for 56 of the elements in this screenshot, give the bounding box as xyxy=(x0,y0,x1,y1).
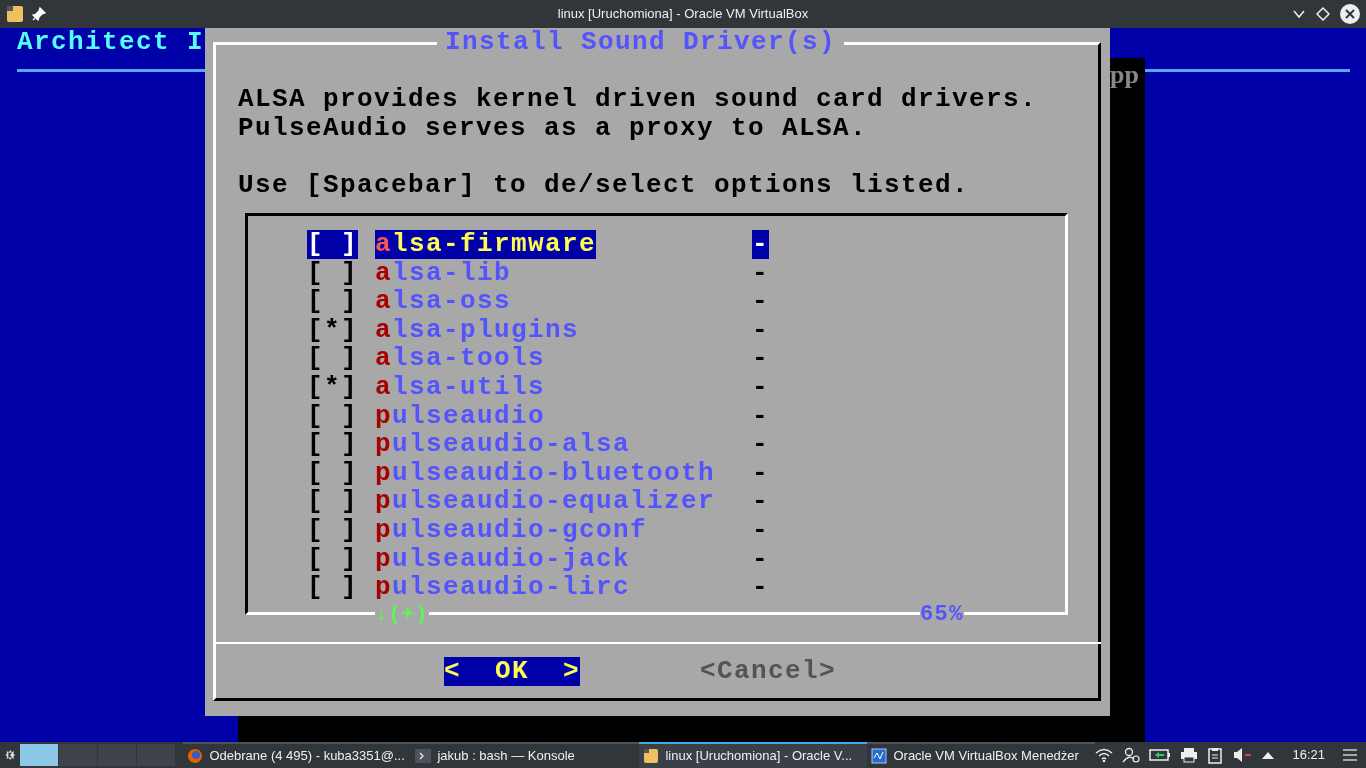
close-icon[interactable] xyxy=(1340,4,1360,24)
maximize-diamond-icon[interactable] xyxy=(1316,7,1330,21)
dialog-title: Install Sound Driver(s) xyxy=(437,28,845,57)
terminal-icon xyxy=(415,748,432,764)
battery-icon[interactable] xyxy=(1149,748,1172,762)
menu-icon[interactable] xyxy=(1342,748,1358,762)
speaker-muted-icon[interactable] xyxy=(1232,747,1253,763)
clock[interactable]: 16:21 xyxy=(1292,745,1325,765)
checkbox[interactable]: [*] xyxy=(307,372,358,402)
checkbox[interactable]: [ ] xyxy=(307,573,358,602)
status-dash: - xyxy=(752,515,769,545)
status-dash: - xyxy=(752,287,769,316)
checkbox[interactable]: [ ] xyxy=(307,430,358,459)
checkbox[interactable]: [ ] xyxy=(307,344,358,373)
status-dash: - xyxy=(752,544,769,574)
clipboard-icon[interactable] xyxy=(1207,746,1224,764)
virtualbox-app-icon xyxy=(6,5,24,23)
package-name[interactable]: alsa-firmware xyxy=(375,230,597,259)
checkbox[interactable]: [ ] xyxy=(307,258,358,288)
taskbar-button[interactable]: jakub : bash — Konsole xyxy=(411,742,640,768)
stray-text: pp xyxy=(1110,61,1140,90)
monitor-graph-icon xyxy=(871,748,888,764)
status-dash: - xyxy=(752,573,769,602)
status-dash: - xyxy=(752,230,769,259)
globe-icon xyxy=(187,748,204,764)
checkbox[interactable]: [ ] xyxy=(307,230,358,259)
status-dash: - xyxy=(752,258,769,288)
checkbox[interactable]: [ ] xyxy=(307,458,358,488)
checkbox[interactable]: [*] xyxy=(307,315,358,345)
status-dash: - xyxy=(752,487,769,516)
printer-icon[interactable] xyxy=(1180,747,1199,763)
wifi-icon[interactable] xyxy=(1095,747,1114,763)
status-dash: - xyxy=(752,315,769,345)
taskbar-button[interactable]: Oracle VM VirtualBox Menedżer xyxy=(867,742,1096,768)
checkbox[interactable]: [ ] xyxy=(307,287,358,316)
user-status-icon[interactable] xyxy=(1122,747,1141,763)
window-title: linux [Uruchomiona] - Oracle VM VirtualBox xyxy=(557,5,809,24)
instruction-text: Use [Spacebar] to de/select options listed. xyxy=(238,171,970,200)
ok-button[interactable]: < OK > xyxy=(444,657,581,686)
taskbar-button[interactable]: Odebrane (4 495) - kuba3351@... xyxy=(183,742,412,768)
intro-text: ALSA provides kernel driven sound card drivers. PulseAudio serves as a proxy to ALSA. xyxy=(238,85,1038,143)
checkbox[interactable]: [ ] xyxy=(307,487,358,516)
pin-icon[interactable] xyxy=(32,7,46,21)
status-dash: - xyxy=(752,430,769,459)
virtual-desktop[interactable] xyxy=(20,744,59,766)
checkbox[interactable]: [ ] xyxy=(307,515,358,545)
status-dash: - xyxy=(752,458,769,488)
status-dash: - xyxy=(752,344,769,373)
checkbox[interactable]: [ ] xyxy=(307,544,358,574)
checkbox[interactable]: [ ] xyxy=(307,401,358,431)
status-dash: - xyxy=(752,372,769,402)
status-dash: - xyxy=(752,401,769,431)
taskbar-button[interactable]: linux [Uruchomiona] - Oracle V... xyxy=(639,742,868,768)
installer-header: Architect I xyxy=(17,28,205,57)
expand-arrow-icon[interactable] xyxy=(1261,750,1276,760)
virtualbox-app-icon xyxy=(643,748,660,764)
